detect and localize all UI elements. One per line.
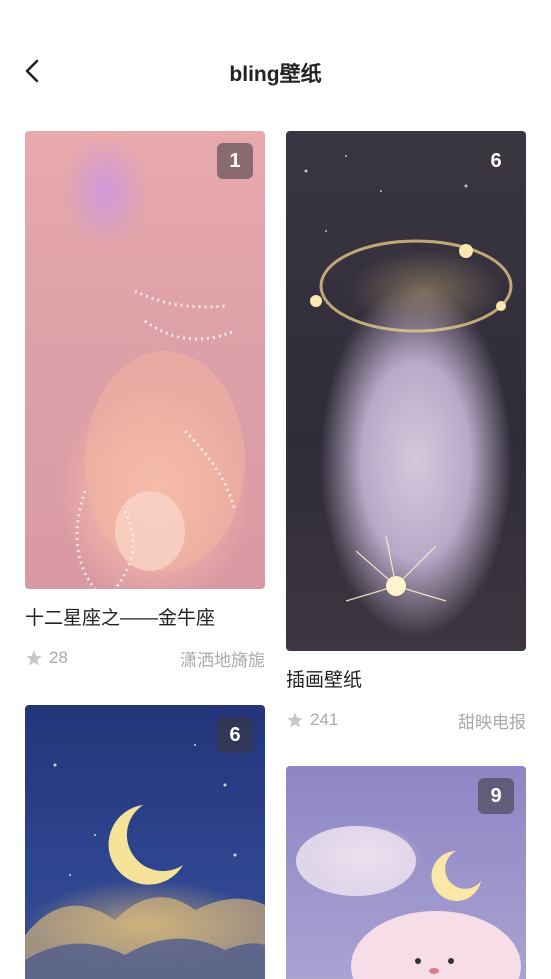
star-icon [286,711,304,729]
wallpaper-thumbnail[interactable]: 9 [286,766,526,979]
illustration-girl-sparkler [304,155,513,602]
wallpaper-card[interactable]: 6 插画壁纸 241 甜映电报 [286,131,526,732]
card-meta: 241 甜映电报 [286,708,526,732]
favorite-count[interactable]: 241 [286,710,338,730]
illustration-girl-pearls [75,289,245,589]
image-count-badge: 9 [478,778,514,814]
wallpaper-card[interactable]: 9 [286,766,526,979]
wallpaper-thumbnail[interactable]: 6 [286,131,526,651]
wallpaper-card[interactable]: 1 十二星座之——金牛座 28 潇洒地旖旎 [25,131,265,670]
star-icon [25,649,43,667]
favorite-count-value: 241 [310,710,339,729]
wallpaper-card[interactable]: 6 [25,705,265,979]
page-title: bling壁纸 [229,63,322,86]
image-count-badge: 6 [478,143,514,179]
wallpaper-thumbnail[interactable]: 1 [25,131,265,589]
top-bar: bling壁纸 [0,0,551,130]
image-count-badge: 6 [217,717,253,753]
favorite-count-value: 28 [49,648,68,667]
card-meta: 28 潇洒地旖旎 [25,646,265,670]
favorite-count[interactable]: 28 [25,648,68,668]
image-count-badge: 1 [217,143,253,179]
card-title: 十二星座之——金牛座 [25,608,216,629]
card-title: 插画壁纸 [286,670,363,691]
author-name[interactable]: 潇洒地旖旎 [180,646,265,671]
wallpaper-thumbnail[interactable]: 6 [25,705,265,979]
author-name[interactable]: 甜映电报 [458,708,526,733]
